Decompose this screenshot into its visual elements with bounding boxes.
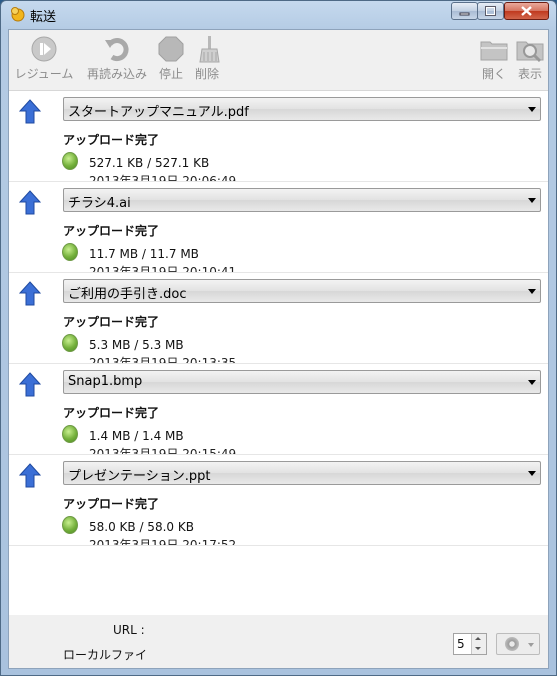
resume-label: レジューム [14,67,74,81]
close-icon [521,6,532,16]
file-select[interactable]: チラシ4.ai [63,188,541,212]
status-ok-icon [62,152,78,170]
open-label: 開く [481,67,506,81]
file-name: Snap1.bmp [68,374,143,389]
transfer-status: アップロード完了 [63,133,160,147]
transfer-size: 1.4 MB / 1.4 MB [89,429,184,443]
status-ok-icon [62,243,78,261]
concurrent-value: 5 [457,637,465,651]
upload-arrow-icon [18,281,42,307]
maximize-icon [485,6,496,16]
transfer-date: 2013年3月19日 20:06:49 [89,174,237,182]
concurrent-stepper[interactable]: 5 [453,633,487,655]
transfer-item: プレゼンテーション.ppt アップロード完了 58.0 KB / 58.0 KB… [9,455,548,546]
upload-arrow-icon [18,372,42,398]
folder-icon [479,34,509,64]
show-label: 表示 [517,67,542,81]
close-button[interactable] [504,2,549,20]
upload-arrow-icon [18,99,42,125]
transfer-status: アップロード完了 [63,315,160,329]
status-ok-icon [62,425,78,443]
transfer-status: アップロード完了 [63,224,160,238]
title-bar[interactable]: 転送 [1,1,556,27]
file-select[interactable]: プレゼンテーション.ppt [63,461,541,485]
resume-button[interactable]: レジューム [13,34,75,86]
transfer-list[interactable]: スタートアップマニュアル.pdf アップロード完了 527.1 KB / 527… [9,90,548,615]
status-ok-icon [62,516,78,534]
chevron-down-icon [528,289,536,294]
chevron-down-icon [528,198,536,203]
chevron-down-icon [528,471,536,476]
transfer-size: 58.0 KB / 58.0 KB [89,520,194,534]
transfer-date: 2013年3月19日 20:15:49 [89,447,237,455]
transfer-status: アップロード完了 [63,406,160,420]
app-icon [9,6,25,22]
broom-icon [192,34,222,64]
transfer-date: 2013年3月19日 20:10:41 [89,265,237,273]
transfer-date: 2013年3月19日 20:13:35 [89,356,237,364]
transfer-window: 転送 レジューム 再読み込み 停止 削除 開く 表示 スタートアップマニュアル.… [0,0,557,676]
upload-arrow-icon [18,190,42,216]
transfer-size: 527.1 KB / 527.1 KB [89,156,210,170]
stepper-down-icon[interactable] [471,644,486,654]
transfer-item: チラシ4.ai アップロード完了 11.7 MB / 11.7 MB 2013年… [9,182,548,273]
chevron-down-icon [528,380,536,385]
show-button[interactable]: 表示 [513,34,547,86]
minimize-icon [459,12,470,16]
stop-icon [156,34,186,64]
gear-icon [505,637,519,651]
minimize-button[interactable] [451,2,478,20]
transfer-status: アップロード完了 [63,497,160,511]
open-button[interactable]: 開く [477,34,511,86]
delete-label: 削除 [194,67,219,81]
transfer-item: ご利用の手引き.doc アップロード完了 5.3 MB / 5.3 MB 201… [9,273,548,364]
file-select[interactable]: スタートアップマニュアル.pdf [63,97,541,121]
url-label: URL : [113,623,145,637]
transfer-size: 11.7 MB / 11.7 MB [89,247,199,261]
transfer-item: Snap1.bmp アップロード完了 1.4 MB / 1.4 MB 2013年… [9,364,548,455]
settings-button[interactable] [496,633,540,655]
resume-icon [29,34,59,64]
file-name: チラシ4.ai [68,196,131,211]
reload-icon [102,34,132,64]
local-file-label: ローカルファイ [63,648,148,662]
reload-label: 再読み込み [86,67,147,81]
file-name: スタートアップマニュアル.pdf [68,105,249,120]
transfer-size: 5.3 MB / 5.3 MB [89,338,184,352]
transfer-item: スタートアップマニュアル.pdf アップロード完了 527.1 KB / 527… [9,91,548,182]
stop-button[interactable]: 停止 [153,34,189,86]
transfer-date: 2013年3月19日 20:17:52 [89,538,237,546]
magnifier-folder-icon [515,34,545,64]
chevron-down-icon [528,643,534,647]
toolbar: レジューム 再読み込み 停止 削除 開く 表示 [9,30,548,90]
status-ok-icon [62,334,78,352]
file-name: ご利用の手引き.doc [68,287,187,302]
stop-label: 停止 [158,67,183,81]
file-name: プレゼンテーション.ppt [68,469,211,484]
file-select[interactable]: Snap1.bmp [63,370,541,394]
client-area: レジューム 再読み込み 停止 削除 開く 表示 スタートアップマニュアル.pdf… [8,29,549,669]
upload-arrow-icon [18,463,42,489]
file-select[interactable]: ご利用の手引き.doc [63,279,541,303]
delete-button[interactable]: 削除 [191,34,223,86]
chevron-down-icon [528,107,536,112]
window-title: 転送 [30,10,57,25]
status-footer: URL : ローカルファイ 5 [9,615,548,668]
reload-button[interactable]: 再読み込み [85,34,149,86]
maximize-button[interactable] [477,2,504,20]
